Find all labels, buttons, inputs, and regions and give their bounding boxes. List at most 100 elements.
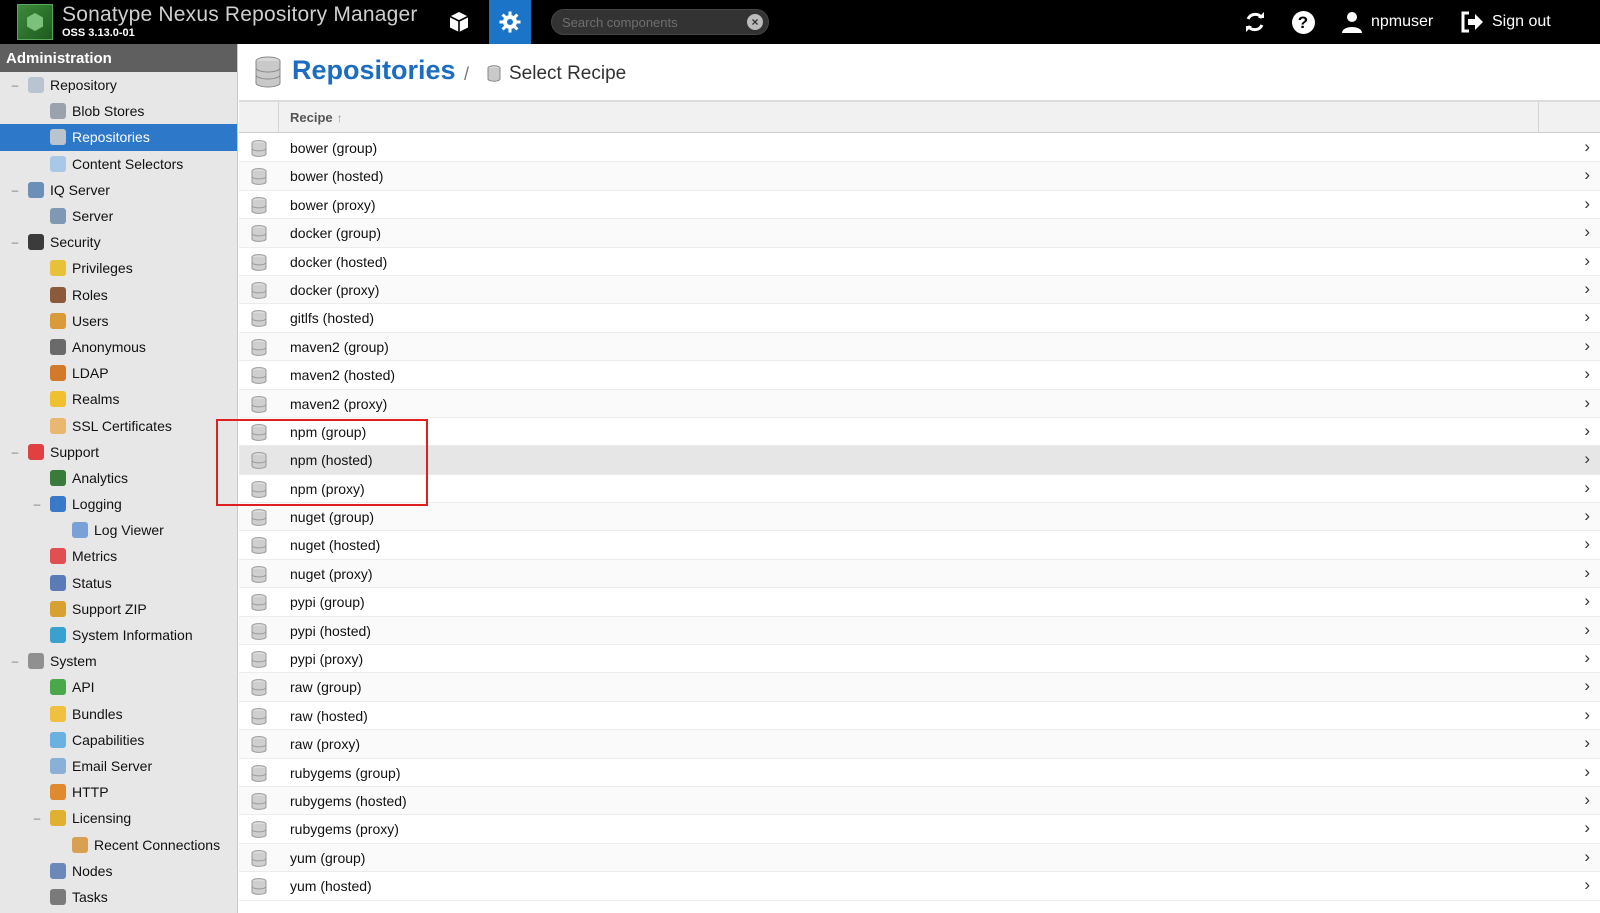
sidebar-item-support-zip[interactable]: Support ZIP (0, 596, 237, 622)
table-row[interactable]: nuget (proxy) › (239, 559, 1600, 589)
table-row[interactable]: npm (hosted) › (239, 446, 1600, 475)
database-icon (251, 196, 267, 214)
sidebar-item-capabilities[interactable]: Capabilities (0, 727, 237, 753)
table-row[interactable]: rubygems (group) › (239, 758, 1600, 787)
sidebar-item-blob-stores[interactable]: Blob Stores (0, 98, 237, 124)
sidebar-item-privileges[interactable]: Privileges (0, 255, 237, 281)
sidebar-item-label: Recent Connections (94, 836, 221, 853)
sidebar-item-tasks[interactable]: Tasks (0, 884, 237, 910)
sidebar-item-roles[interactable]: Roles (0, 282, 237, 308)
sidebar-item-metrics[interactable]: Metrics (0, 543, 237, 569)
sidebar-item-log-viewer[interactable]: Log Viewer (0, 517, 237, 543)
table-row[interactable]: raw (group) › (239, 673, 1600, 702)
table-row[interactable]: yum (hosted) › (239, 872, 1600, 901)
sidebar-item-logging[interactable]: – Logging (0, 491, 237, 517)
sidebar-item-nodes[interactable]: Nodes (0, 858, 237, 884)
sidebar-item-realms[interactable]: Realms (0, 386, 237, 412)
sidebar-item-ssl-certificates[interactable]: SSL Certificates (0, 412, 237, 438)
sign-out-button[interactable]: Sign out (1460, 0, 1551, 44)
browse-mode-button[interactable] (438, 0, 480, 44)
nexus-logo-icon[interactable] (17, 4, 53, 40)
collapse-toggle-icon[interactable]: – (10, 445, 20, 459)
sidebar-item-users[interactable]: Users (0, 308, 237, 334)
database-icon (251, 225, 267, 243)
recipe-column-header[interactable] (279, 102, 1539, 133)
chevron-right-icon: › (1584, 506, 1590, 526)
sidebar-item-label: Anonymous (72, 338, 146, 355)
sidebar-item-licensing[interactable]: – Licensing (0, 805, 237, 831)
admin-mode-button[interactable] (489, 0, 531, 44)
table-row[interactable]: pypi (proxy) › (239, 645, 1600, 674)
database-icon (251, 821, 267, 839)
tasks-icon (50, 888, 66, 905)
table-row[interactable]: nuget (hosted) › (239, 531, 1600, 560)
table-row[interactable]: npm (group) › (239, 417, 1600, 447)
collapse-toggle-icon[interactable]: – (32, 811, 42, 825)
sidebar-item-api[interactable]: API (0, 674, 237, 700)
table-row[interactable]: yum (group) › (239, 843, 1600, 873)
table-row[interactable]: rubygems (proxy) › (239, 815, 1600, 844)
table-row[interactable]: maven2 (proxy) › (239, 389, 1600, 418)
table-row[interactable]: raw (hosted) › (239, 701, 1600, 731)
sidebar-item-status[interactable]: Status (0, 570, 237, 596)
sidebar-item-recent-connections[interactable]: Recent Connections (0, 831, 237, 857)
top-bar: Sonatype Nexus Repository Manager OSS 3.… (0, 0, 1600, 44)
page-title[interactable]: Repositories (292, 55, 456, 86)
table-row[interactable]: pypi (hosted) › (239, 616, 1600, 646)
sidebar-item-ldap[interactable]: LDAP (0, 360, 237, 386)
sidebar-item-email-server[interactable]: Email Server (0, 753, 237, 779)
database-icon (251, 764, 267, 782)
table-row[interactable]: bower (group) › (239, 134, 1600, 163)
search-input[interactable] (562, 13, 742, 31)
user-menu-button[interactable]: npmuser (1340, 0, 1433, 44)
refresh-button[interactable] (1240, 0, 1270, 44)
puzzle-icon (50, 705, 66, 722)
sidebar-item-system-information[interactable]: System Information (0, 622, 237, 648)
recipe-name: bower (group) (290, 140, 378, 156)
sidebar-item-iq-server[interactable]: – IQ Server (0, 177, 237, 203)
table-row[interactable]: nuget (group) › (239, 503, 1600, 532)
sidebar-item-system[interactable]: – System (0, 648, 237, 674)
table-row[interactable]: docker (hosted) › (239, 247, 1600, 276)
sidebar-item-server[interactable]: Server (0, 203, 237, 229)
database-icon (251, 253, 267, 271)
sort-ascending-icon: ↑ (336, 111, 343, 125)
chevron-right-icon: › (1584, 733, 1590, 753)
chevron-right-icon: › (1584, 704, 1590, 724)
table-row[interactable]: bower (hosted) › (239, 162, 1600, 191)
table-row[interactable]: docker (proxy) › (239, 275, 1600, 305)
chevron-right-icon: › (1584, 846, 1590, 866)
sidebar-item-repositories[interactable]: Repositories (0, 124, 237, 151)
sidebar-item-http[interactable]: HTTP (0, 779, 237, 805)
table-row[interactable]: raw (proxy) › (239, 730, 1600, 759)
table-row[interactable]: npm (proxy) › (239, 474, 1600, 504)
collapse-toggle-icon[interactable]: – (10, 78, 20, 92)
clear-search-icon[interactable]: × (747, 14, 763, 30)
certificate-icon (50, 417, 66, 434)
database-icon (251, 367, 267, 385)
sidebar-item-label: Email Server (72, 757, 153, 774)
table-row[interactable]: docker (group) › (239, 219, 1600, 248)
table-row[interactable]: pypi (group) › (239, 588, 1600, 617)
help-button[interactable]: ? (1290, 0, 1316, 44)
collapse-toggle-icon[interactable]: – (32, 497, 42, 511)
collapse-toggle-icon[interactable]: – (10, 183, 20, 197)
sidebar-item-bundles[interactable]: Bundles (0, 701, 237, 727)
sidebar-item-label: Repositories (72, 129, 150, 146)
sidebar-item-content-selectors[interactable]: Content Selectors (0, 151, 237, 177)
table-row[interactable]: maven2 (group) › (239, 332, 1600, 362)
sidebar-item-support[interactable]: – Support (0, 439, 237, 465)
sidebar-item-security[interactable]: – Security (0, 229, 237, 255)
sidebar-item-repository[interactable]: – Repository (0, 72, 237, 98)
table-row[interactable]: bower (proxy) › (239, 190, 1600, 220)
collapse-toggle-icon[interactable]: – (10, 235, 20, 249)
table-row[interactable]: maven2 (hosted) › (239, 361, 1600, 390)
sidebar-item-label: LDAP (72, 365, 109, 382)
sidebar-item-anonymous[interactable]: Anonymous (0, 334, 237, 360)
database-icon (251, 537, 267, 555)
sidebar-item-analytics[interactable]: Analytics (0, 465, 237, 491)
table-row[interactable]: rubygems (hosted) › (239, 786, 1600, 816)
collapse-toggle-icon[interactable]: – (10, 654, 20, 668)
table-row[interactable]: gitlfs (hosted) › (239, 304, 1600, 333)
database-icon (251, 509, 267, 526)
